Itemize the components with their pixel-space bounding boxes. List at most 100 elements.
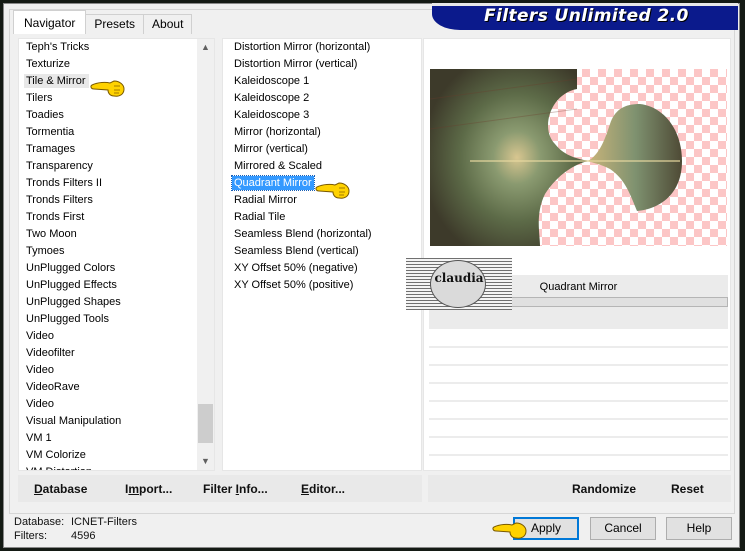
list-item-label: Kaleidoscope 3 [234, 109, 310, 121]
list-item-label: UnPlugged Shapes [26, 296, 121, 308]
list-item[interactable]: VM Distortion [19, 464, 199, 470]
list-item[interactable]: UnPlugged Colors [19, 260, 199, 277]
list-item-label: Mirrored & Scaled [234, 160, 323, 172]
filter-list-panel: Distortion Mirror (horizontal) Distortion… [222, 38, 422, 471]
list-item[interactable]: Kaleidoscope 2 [223, 90, 421, 107]
scroll-down-icon[interactable]: ▼ [197, 453, 214, 470]
list-item[interactable]: Tormentia [19, 124, 199, 141]
list-item-label: XY Offset 50% (negative) [234, 262, 358, 274]
list-item[interactable]: Distortion Mirror (vertical) [223, 56, 421, 73]
list-item[interactable]: Tronds First [19, 209, 199, 226]
list-item-label: UnPlugged Colors [26, 262, 116, 274]
list-item[interactable]: Seamless Blend (vertical) [223, 243, 421, 260]
status-filters-value: 4596 [71, 530, 96, 542]
list-item[interactable]: Video [19, 396, 199, 413]
list-item[interactable]: Radial Tile [223, 209, 421, 226]
banner: Filters Unlimited 2.0 [432, 3, 738, 30]
list-item[interactable]: UnPlugged Tools [19, 311, 199, 328]
pointing-hand-icon [315, 182, 350, 199]
list-item-label: Distortion Mirror (vertical) [234, 58, 358, 70]
list-item-label: Mirror (vertical) [234, 143, 308, 155]
filter-list[interactable]: Distortion Mirror (horizontal) Distortion… [223, 39, 421, 470]
randomize-button[interactable]: Randomize [572, 482, 636, 496]
list-item[interactable]: Tronds Filters [19, 192, 199, 209]
list-item[interactable]: Tramages [19, 141, 199, 158]
list-item[interactable]: VM Colorize [19, 447, 199, 464]
parameter-slot [429, 382, 728, 384]
list-item[interactable]: Mirrored & Scaled [223, 158, 421, 175]
filter-info-label: nfo... [239, 482, 268, 496]
pointing-hand-icon [492, 522, 527, 539]
list-item[interactable]: UnPlugged Effects [19, 277, 199, 294]
help-button[interactable]: Help [666, 517, 732, 540]
banner-title: Filters Unlimited 2.0 [484, 6, 689, 26]
list-item-label: Transparency [26, 160, 93, 172]
list-item-label: Tormentia [26, 126, 75, 138]
list-item-label: Tronds Filters [26, 194, 93, 206]
list-item[interactable]: Video [19, 362, 199, 379]
list-item[interactable]: XY Offset 50% (negative) [223, 260, 421, 277]
list-item[interactable]: Transparency [19, 158, 199, 175]
category-list[interactable]: Teph's Tricks Texturize Tile & Mirror Tiler… [19, 39, 199, 470]
list-item[interactable]: Videofilter [19, 345, 199, 362]
list-item[interactable]: Kaleidoscope 3 [223, 107, 421, 124]
list-item[interactable]: UnPlugged Shapes [19, 294, 199, 311]
tab-bar: Navigator Presets About [13, 10, 193, 34]
tab-navigator[interactable]: Navigator [13, 10, 87, 34]
list-item-label: Texturize [26, 58, 71, 70]
import-button[interactable]: Import... [125, 482, 172, 496]
list-item[interactable]: Toadies [19, 107, 199, 124]
list-item[interactable]: VideoRave [19, 379, 199, 396]
preview-image [430, 69, 727, 246]
list-item[interactable]: Seamless Blend (horizontal) [223, 226, 421, 243]
list-item-label: Toadies [26, 109, 64, 121]
tab-presets[interactable]: Presets [85, 14, 145, 34]
list-item-label: UnPlugged Tools [26, 313, 109, 325]
tab-about[interactable]: About [143, 14, 193, 34]
status-database: Database: ICNET-Filters [14, 516, 137, 528]
scroll-thumb[interactable] [198, 404, 213, 443]
watermark-logo: claudia [406, 258, 512, 310]
watermark-text: claudia [434, 271, 484, 285]
scroll-up-icon[interactable]: ▲ [197, 39, 214, 56]
list-item-label: Tilers [26, 92, 53, 104]
list-item[interactable]: Tronds Filters II [19, 175, 199, 192]
list-item[interactable]: Visual Manipulation [19, 413, 199, 430]
list-item[interactable]: Distortion Mirror (horizontal) [223, 39, 421, 56]
parameter-slot [429, 364, 728, 366]
list-item[interactable]: Tymoes [19, 243, 199, 260]
database-button[interactable]: Database [34, 482, 87, 496]
cancel-button[interactable]: Cancel [590, 517, 656, 540]
list-item[interactable]: Two Moon [19, 226, 199, 243]
list-item-label: Videofilter [26, 347, 75, 359]
editor-button[interactable]: Editor... [301, 482, 345, 496]
parameter-slot [429, 418, 728, 420]
list-item[interactable]: Mirror (horizontal) [223, 124, 421, 141]
list-item[interactable]: XY Offset 50% (positive) [223, 277, 421, 294]
list-item[interactable]: VM 1 [19, 430, 199, 447]
filter-info-label-pre: Filter [203, 482, 236, 496]
list-item-label: Video [26, 364, 54, 376]
list-item-label: Visual Manipulation [26, 415, 122, 427]
list-item[interactable]: Mirror (vertical) [223, 141, 421, 158]
list-item-label: Video [26, 330, 54, 342]
list-item-label: Tramages [26, 143, 76, 155]
parameter-slot [429, 454, 728, 456]
list-item[interactable]: Texturize [19, 56, 199, 73]
import-label: port... [139, 482, 173, 496]
list-item[interactable]: Kaleidoscope 1 [223, 73, 421, 90]
list-item-label: Distortion Mirror (horizontal) [234, 41, 371, 53]
category-scrollbar[interactable]: ▲ ▼ [197, 39, 214, 470]
preview-artwork [430, 69, 682, 246]
list-item[interactable]: Teph's Tricks [19, 39, 199, 56]
list-item-label: VM Colorize [26, 449, 86, 461]
left-button-bar: Database Import... Filter Info... Editor… [18, 475, 422, 502]
reset-button[interactable]: Reset [671, 482, 704, 496]
parameter-slot [429, 346, 728, 348]
filter-info-button[interactable]: Filter Info... [203, 482, 268, 496]
list-item[interactable]: Video [19, 328, 199, 345]
status-database-label: Database: [14, 516, 65, 528]
database-label: atabase [42, 482, 88, 496]
list-item-label: Two Moon [26, 228, 77, 240]
list-item-label: Kaleidoscope 1 [234, 75, 310, 87]
